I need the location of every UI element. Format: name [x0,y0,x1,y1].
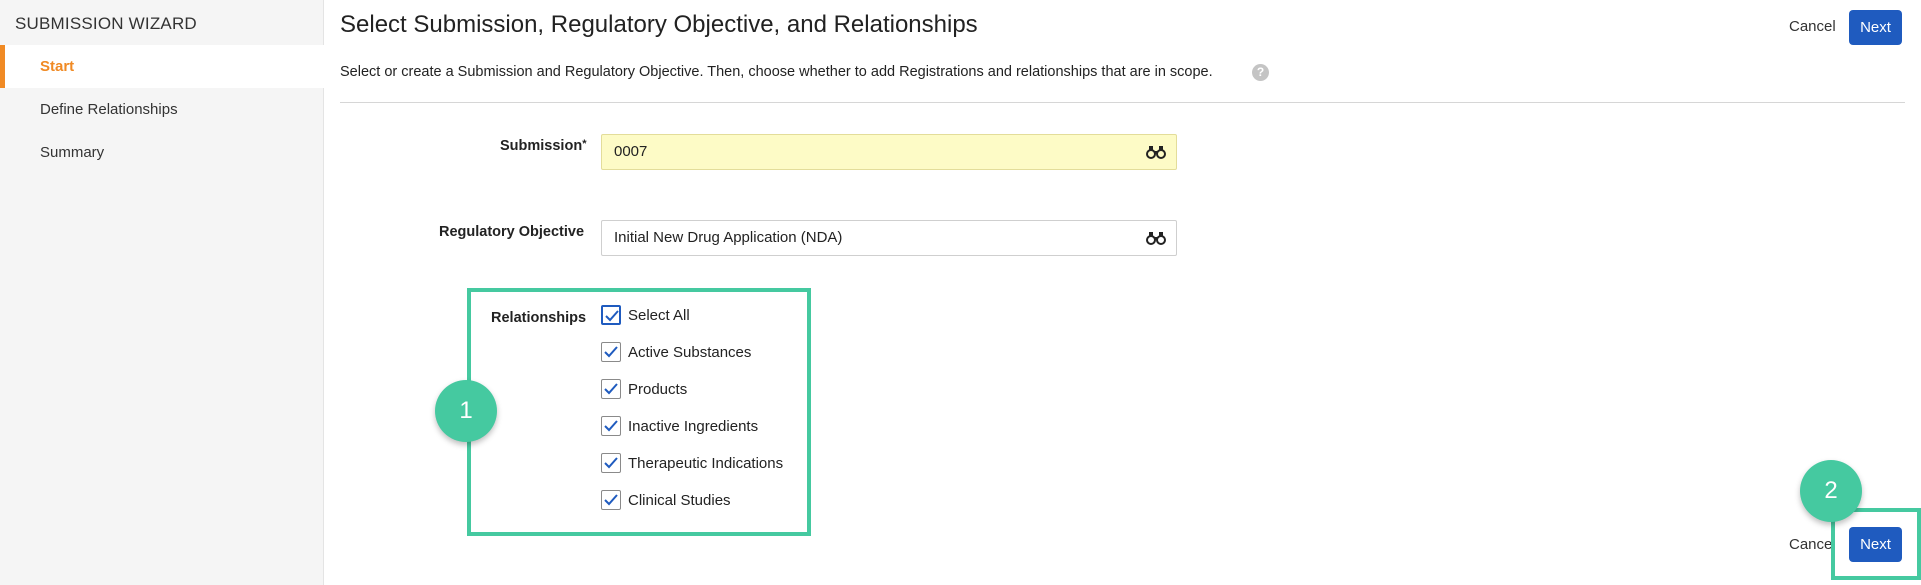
sidebar-title: SUBMISSION WIZARD [15,14,197,33]
page-title: Select Submission, Regulatory Objective,… [340,11,978,38]
callout-badge-2: 2 [1800,460,1862,522]
binoculars-icon[interactable] [1146,144,1166,160]
callout-badge-1: 1 [435,380,497,442]
sidebar-item-label: Define Relationships [40,101,178,118]
sidebar-item-label: Start [40,58,75,75]
regulatory-objective-lookup-field[interactable]: Initial New Drug Application (NDA) [601,220,1177,256]
header-divider [340,102,1905,103]
sidebar-item-start[interactable]: Start [0,45,324,88]
next-button[interactable]: Next [1849,10,1902,45]
help-icon[interactable]: ? [1252,64,1269,81]
wizard-sidebar: SUBMISSION WIZARD Start Define Relations… [0,0,324,585]
binoculars-icon[interactable] [1146,230,1166,246]
callout-highlight-relationships [467,288,811,536]
required-mark: * [582,138,587,150]
regulatory-objective-value: Initial New Drug Application (NDA) [614,229,843,246]
cancel-button-bottom[interactable]: Cance [1789,536,1832,553]
submission-label-text: Submission [500,138,583,154]
submission-label: Submission* [500,138,586,154]
regulatory-objective-label: Regulatory Objective [439,224,585,240]
submission-lookup-field[interactable]: 0007 [601,134,1177,170]
page-instructions: Select or create a Submission and Regula… [340,64,1213,80]
sidebar-item-define-relationships[interactable]: Define Relationships [0,88,324,131]
sidebar-item-label: Summary [40,144,105,161]
submission-value: 0007 [614,143,648,160]
cancel-button[interactable]: Cancel [1789,18,1836,35]
sidebar-item-summary[interactable]: Summary [0,131,324,174]
